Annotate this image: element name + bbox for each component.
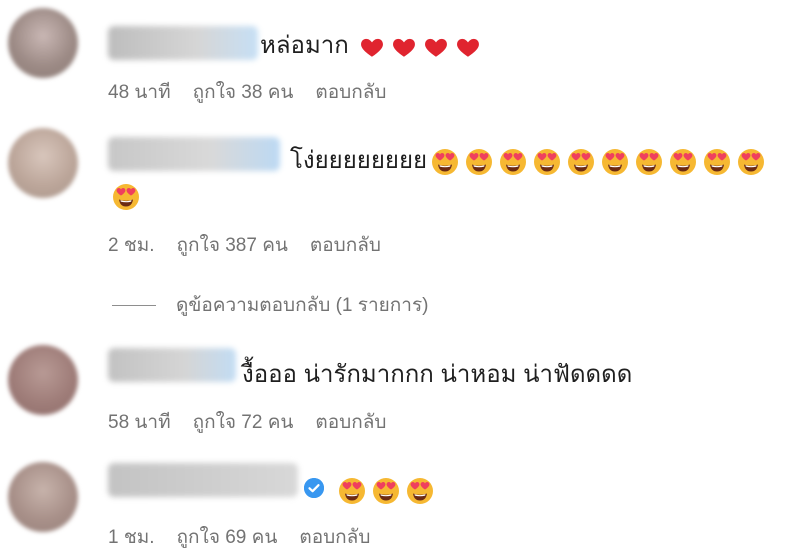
- red-heart-icon: [361, 39, 384, 58]
- comment-meta: 58 นาที ถูกใจ 72 คน ตอบกลับ: [108, 407, 386, 437]
- heart-eyes-emoji-icon: [113, 184, 139, 211]
- heart-eyes-emoji-icon: [670, 149, 697, 176]
- username-blurred[interactable]: [108, 348, 236, 382]
- red-heart-icon: [457, 39, 480, 58]
- avatar[interactable]: [8, 462, 78, 532]
- reply-button[interactable]: ตอบกลับ: [310, 230, 381, 260]
- avatar[interactable]: [8, 128, 78, 198]
- timestamp: 1 ชม.: [108, 527, 155, 548]
- comment-text: โง่ยยยยยยยย: [290, 146, 765, 177]
- username-blurred[interactable]: [108, 137, 280, 171]
- red-heart-icon: [425, 39, 448, 58]
- heart-eyes-emoji-icon: [602, 149, 629, 176]
- comment-meta: 1 ชม. ถูกใจ 69 คน ตอบกลับ: [108, 522, 370, 552]
- heart-eyes-emoji-icon: [339, 478, 365, 505]
- avatar[interactable]: [8, 345, 78, 415]
- likes-count[interactable]: ถูกใจ 38 คน: [193, 77, 294, 107]
- likes-count[interactable]: ถูกใจ 72 คน: [193, 407, 294, 437]
- heart-eyes-emoji-icon: [636, 149, 663, 176]
- emoji-row: [108, 182, 140, 211]
- avatar[interactable]: [8, 8, 78, 78]
- heart-eyes-emoji-icon: [407, 478, 433, 505]
- comment-text: [334, 475, 434, 506]
- heart-eyes-emoji-icon: [500, 149, 527, 176]
- comment-text: งื้อออ น่ารักมากกก น่าหอม น่าฟัดดดด: [242, 361, 633, 388]
- timestamp: 48 นาที: [108, 82, 171, 103]
- reply-button[interactable]: ตอบกลับ: [315, 407, 386, 437]
- timestamp: 2 ชม.: [108, 235, 155, 256]
- username-blurred[interactable]: [108, 463, 298, 497]
- comment-meta: 48 นาที ถูกใจ 38 คน ตอบกลับ: [108, 77, 386, 107]
- heart-eyes-emoji-icon: [432, 149, 459, 176]
- heart-eyes-emoji-icon: [373, 478, 399, 505]
- heart-eyes-emoji-icon: [466, 149, 493, 176]
- emoji-row: [334, 476, 434, 505]
- comment-text-wrap: [108, 181, 140, 212]
- comment-text: หล่อมาก: [260, 31, 481, 62]
- reply-button[interactable]: ตอบกลับ: [299, 522, 370, 552]
- timestamp: 58 นาที: [108, 412, 171, 433]
- heart-eyes-emoji-icon: [738, 149, 765, 176]
- heart-eyes-emoji-icon: [534, 149, 561, 176]
- emoji-row: [427, 147, 765, 176]
- emoji-row: [355, 32, 481, 59]
- red-heart-icon: [393, 39, 416, 58]
- heart-eyes-emoji-icon: [704, 149, 731, 176]
- likes-count[interactable]: ถูกใจ 387 คน: [177, 230, 288, 260]
- heart-eyes-emoji-icon: [568, 149, 595, 176]
- divider-line: [112, 304, 156, 306]
- verified-badge-icon: [304, 478, 324, 498]
- username-blurred[interactable]: [108, 26, 258, 60]
- reply-button[interactable]: ตอบกลับ: [315, 77, 386, 107]
- likes-count[interactable]: ถูกใจ 69 คน: [177, 522, 278, 552]
- comment-meta: 2 ชม. ถูกใจ 387 คน ตอบกลับ: [108, 230, 381, 260]
- view-replies-label: ดูข้อความตอบกลับ (1 รายการ): [176, 295, 429, 316]
- view-replies-button[interactable]: ดูข้อความตอบกลับ (1 รายการ): [112, 290, 429, 320]
